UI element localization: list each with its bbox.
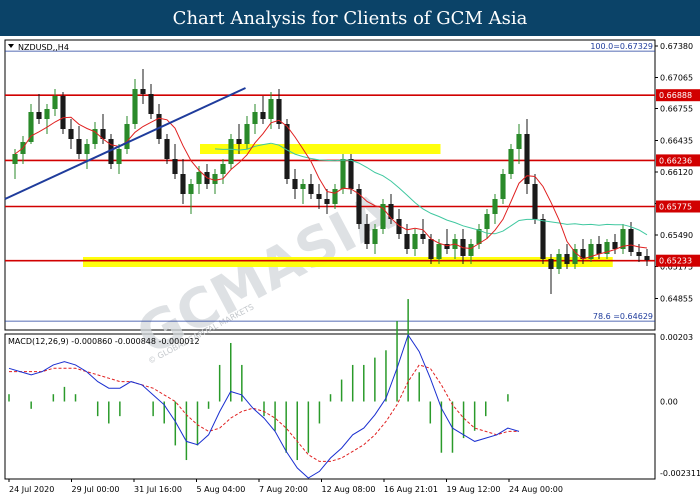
candle-body-39 bbox=[324, 199, 330, 204]
candle-body-35 bbox=[292, 179, 298, 189]
candle-body-42 bbox=[348, 159, 354, 189]
candle-body-62 bbox=[508, 149, 514, 174]
candle-body-57 bbox=[468, 244, 474, 256]
candle-body-75 bbox=[612, 242, 618, 249]
candle-body-26 bbox=[220, 164, 226, 174]
price-tick-label-6: 0.65490 bbox=[660, 231, 693, 240]
candle-body-60 bbox=[492, 199, 498, 214]
price-tick-label-2: 0.66755 bbox=[660, 105, 693, 114]
fib-level-label-1: 78.6 =0.64629 bbox=[593, 312, 653, 321]
chart-canvas: GCMASIA © GLOBAL CAPITAL MARKETS 0.67380… bbox=[0, 36, 700, 500]
price-tick-label-8: 0.64855 bbox=[660, 295, 693, 304]
candle-body-20 bbox=[172, 159, 178, 174]
candle-body-65 bbox=[532, 184, 538, 219]
candle-body-8 bbox=[76, 139, 82, 154]
support-zone-1 bbox=[83, 257, 613, 267]
candle-body-6 bbox=[60, 96, 66, 129]
candle-body-21 bbox=[180, 174, 186, 194]
macd-tick-label-2: -0.002311 bbox=[660, 469, 700, 478]
candle-body-7 bbox=[68, 129, 74, 139]
macd-indicator-label: MACD(12,26,9) -0.000860 -0.000848 -0.000… bbox=[8, 337, 200, 346]
candle-body-23 bbox=[196, 172, 202, 184]
candle-body-49 bbox=[404, 234, 410, 249]
candle-body-63 bbox=[516, 134, 522, 149]
candle-body-37 bbox=[308, 184, 314, 194]
candle-body-25 bbox=[212, 174, 218, 184]
candle-body-45 bbox=[372, 229, 378, 244]
candle-body-30 bbox=[252, 112, 258, 124]
candle-body-19 bbox=[164, 139, 170, 159]
price-tick-label-3: 0.66435 bbox=[660, 137, 693, 146]
candle-body-53 bbox=[436, 244, 442, 259]
candle-body-64 bbox=[524, 134, 530, 184]
candle-body-9 bbox=[84, 144, 90, 154]
time-tick-label-6: 16 Aug 21:01 bbox=[384, 485, 438, 494]
chart-banner-title: Chart Analysis for Clients of GCM Asia bbox=[0, 0, 700, 36]
time-tick-label-5: 12 Aug 08:00 bbox=[322, 485, 376, 494]
time-tick-label-2: 31 Jul 16:00 bbox=[134, 485, 182, 494]
candle-body-77 bbox=[628, 229, 634, 252]
time-tick-label-4: 7 Aug 20:00 bbox=[259, 485, 308, 494]
candle-body-73 bbox=[596, 244, 602, 254]
candle-body-4 bbox=[44, 109, 50, 119]
candle-body-41 bbox=[340, 159, 346, 189]
candle-body-3 bbox=[36, 112, 42, 119]
candle-body-68 bbox=[556, 254, 562, 269]
time-tick-label-0: 24 Jul 2020 bbox=[9, 485, 54, 494]
price-level-value-0: 0.66888 bbox=[659, 91, 692, 100]
price-tick-label-1: 0.67065 bbox=[660, 74, 693, 83]
price-level-value-2: 0.65775 bbox=[659, 203, 692, 212]
candle-body-2 bbox=[28, 112, 34, 142]
price-tick-label-4: 0.66120 bbox=[660, 168, 693, 177]
candle-body-29 bbox=[244, 124, 250, 144]
candle-body-0 bbox=[12, 154, 18, 164]
chart-area-background bbox=[0, 36, 700, 500]
support-zone-0 bbox=[200, 144, 441, 154]
time-tick-label-3: 5 Aug 04:00 bbox=[197, 485, 246, 494]
macd-tick-label-1: 0.00 bbox=[660, 398, 678, 407]
candle-body-67 bbox=[548, 259, 554, 269]
candle-body-38 bbox=[316, 194, 322, 199]
candle-body-22 bbox=[188, 184, 194, 194]
candle-body-27 bbox=[228, 139, 234, 164]
candle-body-15 bbox=[132, 89, 138, 124]
candle-body-5 bbox=[52, 96, 58, 109]
candle-body-52 bbox=[428, 239, 434, 259]
candle-body-16 bbox=[140, 89, 146, 94]
candle-body-51 bbox=[420, 234, 426, 239]
candle-body-79 bbox=[644, 256, 650, 260]
time-tick-label-1: 29 Jul 00:00 bbox=[72, 485, 120, 494]
time-tick-label-7: 19 Aug 12:00 bbox=[447, 485, 501, 494]
symbol-label: NZDUSD,,H4 bbox=[18, 43, 69, 52]
candle-body-36 bbox=[300, 184, 306, 189]
candle-body-44 bbox=[364, 224, 370, 244]
candle-body-13 bbox=[116, 149, 122, 164]
price-level-value-1: 0.66236 bbox=[659, 156, 692, 165]
price-tick-label-0: 0.67380 bbox=[660, 42, 693, 51]
candle-body-59 bbox=[484, 214, 490, 229]
time-tick-label-8: 24 Aug 00:00 bbox=[509, 485, 563, 494]
candle-body-69 bbox=[564, 254, 570, 264]
candle-body-14 bbox=[124, 124, 130, 149]
price-level-value-3: 0.65233 bbox=[659, 257, 692, 266]
macd-tick-label-0: 0.00203 bbox=[660, 333, 693, 342]
candle-body-40 bbox=[332, 189, 338, 204]
candle-body-28 bbox=[236, 139, 242, 144]
candle-body-31 bbox=[260, 112, 266, 119]
candle-body-61 bbox=[500, 174, 506, 199]
candle-body-66 bbox=[540, 219, 546, 259]
candle-body-70 bbox=[572, 249, 578, 264]
candle-body-34 bbox=[284, 124, 290, 179]
chart-background bbox=[0, 36, 700, 500]
candle-body-17 bbox=[148, 94, 154, 114]
candle-body-50 bbox=[412, 234, 418, 249]
candle-body-78 bbox=[636, 252, 642, 256]
candle-body-32 bbox=[268, 99, 274, 119]
fib-level-label-0: 100.0=0.67329 bbox=[590, 42, 653, 51]
